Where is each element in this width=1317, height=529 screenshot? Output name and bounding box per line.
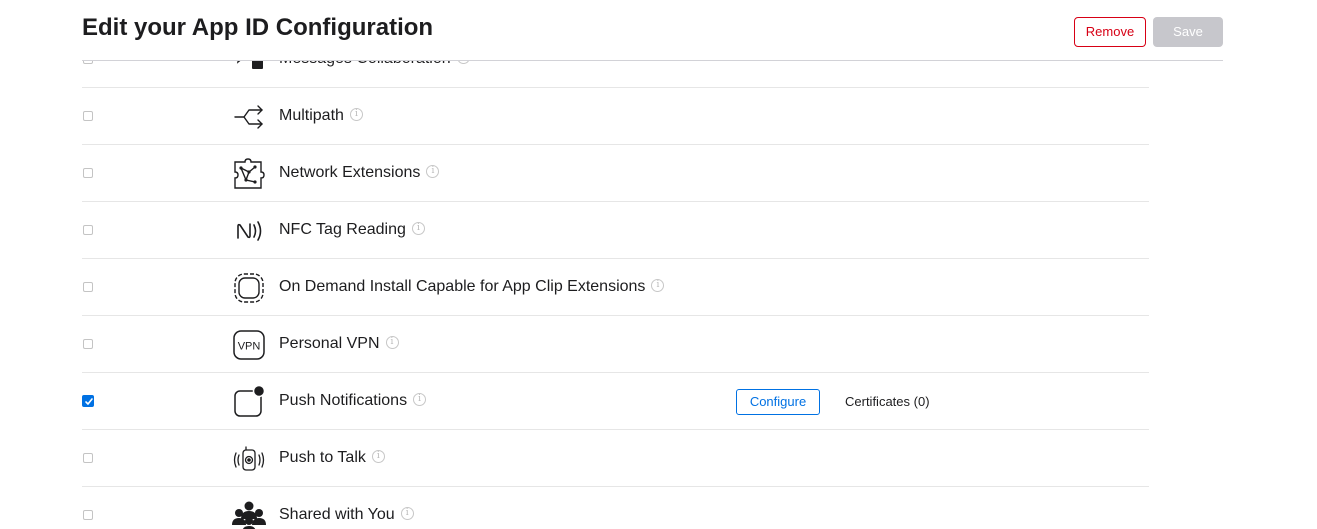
capability-checkbox[interactable] xyxy=(83,339,93,349)
capability-checkbox[interactable] xyxy=(83,453,93,463)
capability-label: Push to Talk i xyxy=(279,448,385,468)
capability-label: Push Notifications i xyxy=(279,391,427,411)
push-notifications-icon xyxy=(232,385,266,419)
capability-label: NFC Tag Reading i xyxy=(279,220,425,240)
capability-checkbox[interactable] xyxy=(83,111,93,121)
capability-checkbox[interactable] xyxy=(83,168,93,178)
info-icon[interactable]: i xyxy=(413,393,427,407)
network-extensions-icon xyxy=(232,157,266,191)
capabilities-list: Messages Collaborationi Multipathi Netwo… xyxy=(82,31,1149,529)
capability-label: Network Extensions i xyxy=(279,163,440,183)
header-divider xyxy=(82,60,1223,61)
capability-row-on-demand-install: On Demand Install Capable for App Clip E… xyxy=(82,259,1149,316)
info-icon[interactable]: i xyxy=(349,108,363,122)
nfc-icon xyxy=(232,214,266,248)
capability-label: On Demand Install Capable for App Clip E… xyxy=(279,277,665,297)
info-icon[interactable]: i xyxy=(411,222,425,236)
capability-row-shared-with-you: Shared with You i xyxy=(82,487,1149,529)
capability-checkbox-checked[interactable] xyxy=(82,395,94,407)
page-title: Edit your App ID Configuration xyxy=(82,14,434,41)
capability-label: Shared with You i xyxy=(279,505,414,525)
capability-row-push-notifications: Push Notifications i Configure Certificat… xyxy=(82,373,1149,430)
info-icon[interactable]: i xyxy=(400,507,414,521)
push-to-talk-icon xyxy=(232,442,266,476)
capability-checkbox[interactable] xyxy=(83,282,93,292)
shared-with-you-icon xyxy=(232,499,266,529)
multipath-icon xyxy=(232,100,266,134)
capability-row-network-extensions: Network Extensions i xyxy=(82,145,1149,202)
configure-button[interactable]: Configure xyxy=(736,389,820,415)
capability-checkbox[interactable] xyxy=(83,225,93,235)
capability-row-nfc-tag-reading: NFC Tag Reading i xyxy=(82,202,1149,259)
certificates-count: Certificates (0) xyxy=(845,394,930,409)
vpn-icon: VPN xyxy=(232,328,266,362)
capability-row-multipath: Multipath i xyxy=(82,88,1149,145)
remove-button[interactable]: Remove xyxy=(1074,17,1146,47)
capability-checkbox[interactable] xyxy=(83,510,93,520)
capability-label: Personal VPN i xyxy=(279,334,399,354)
save-button[interactable]: Save xyxy=(1153,17,1223,47)
info-icon[interactable]: i xyxy=(385,336,399,350)
info-icon[interactable]: i xyxy=(651,279,665,293)
capability-row-push-to-talk: Push to Talk i xyxy=(82,430,1149,487)
app-id-config-page: Messages Collaborationi Multipathi Netwo… xyxy=(0,0,1317,529)
capability-label: Multipath i xyxy=(279,106,363,126)
info-icon[interactable]: i xyxy=(371,450,385,464)
page-header: Edit your App ID Configuration Remove Sa… xyxy=(0,0,1317,61)
capability-row-personal-vpn: VPN Personal VPN i xyxy=(82,316,1149,373)
info-icon[interactable]: i xyxy=(426,165,440,179)
app-clip-icon xyxy=(232,271,266,305)
svg-text:VPN: VPN xyxy=(238,341,261,353)
